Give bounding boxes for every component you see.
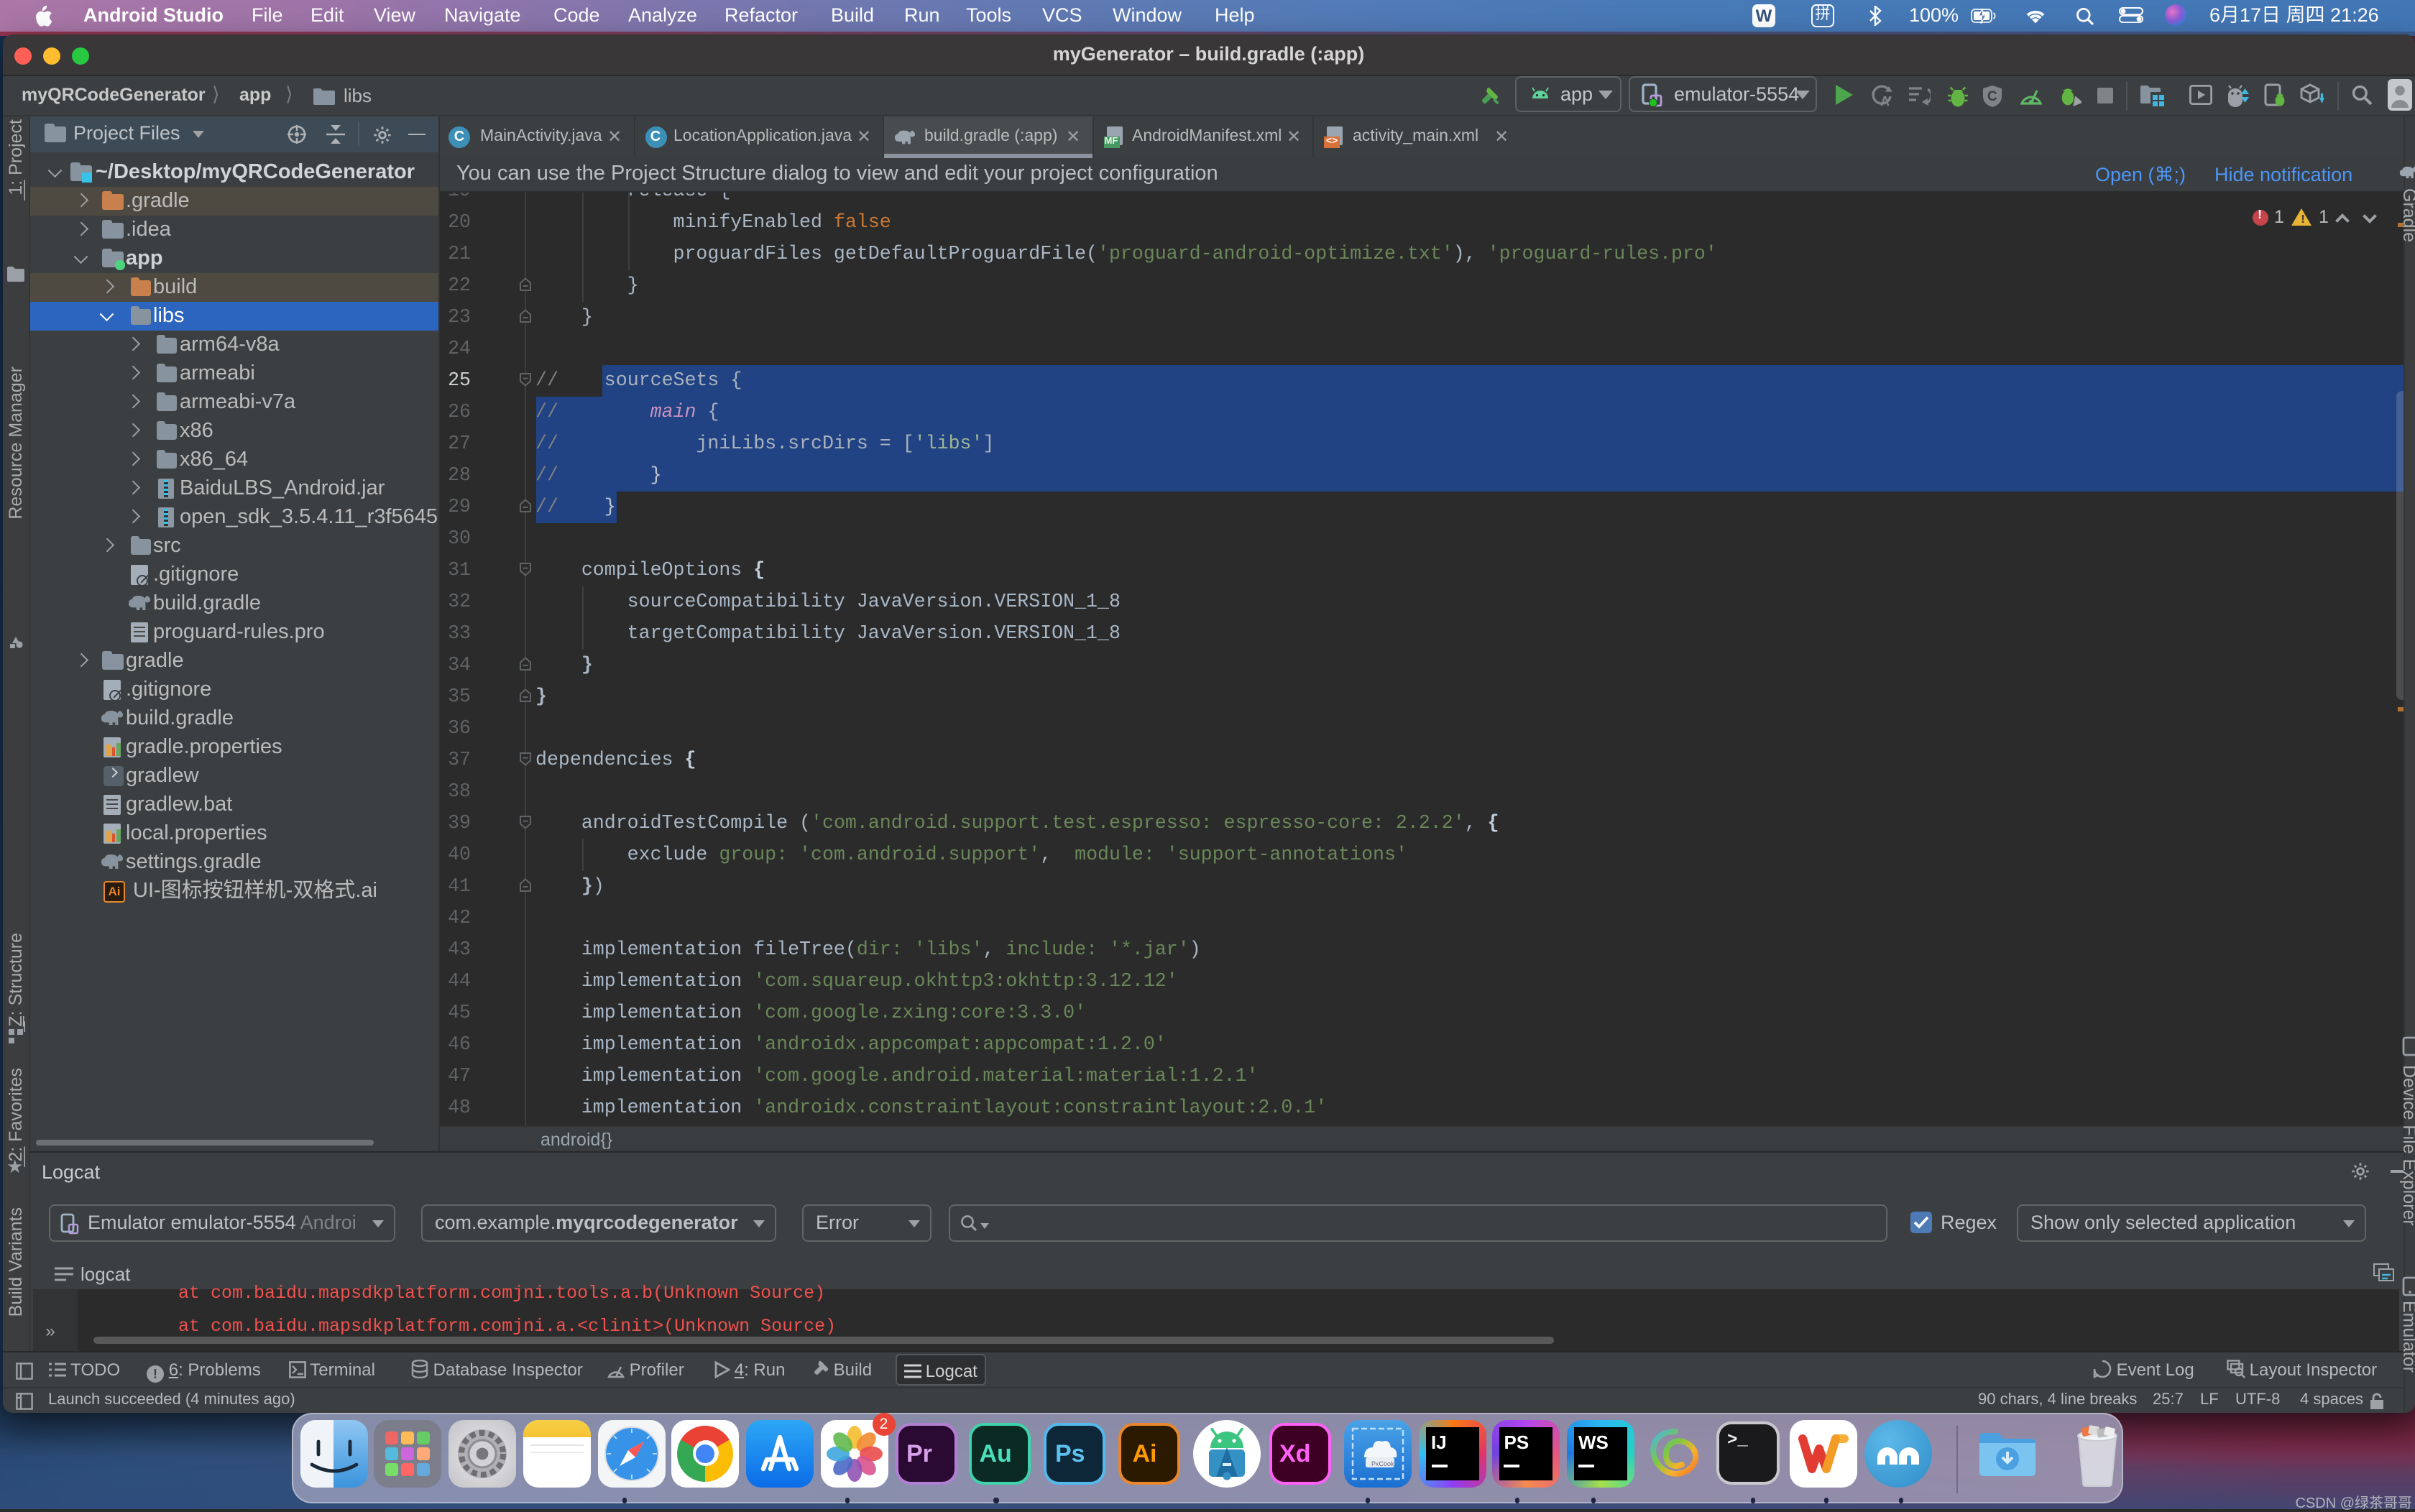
svg-text:C: C: [1987, 88, 1997, 103]
svg-text:PxCook: PxCook: [1371, 1460, 1394, 1467]
svg-text:A: A: [1880, 93, 1889, 107]
